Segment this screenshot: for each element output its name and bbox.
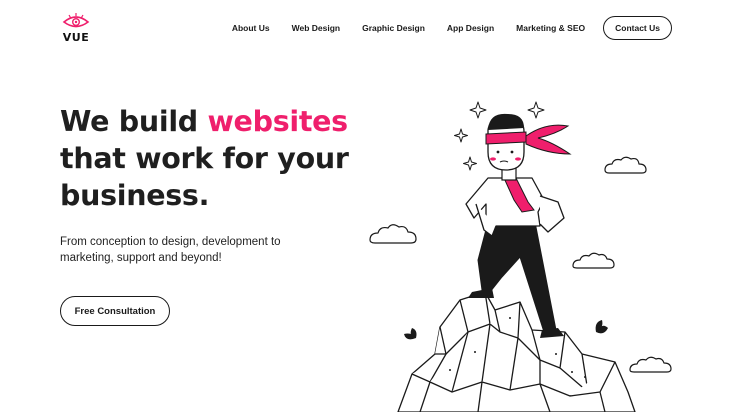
hero-title-prefix: We build <box>60 105 208 138</box>
free-consultation-button[interactable]: Free Consultation <box>60 296 170 326</box>
eye-logo-icon <box>62 13 90 28</box>
nav-web-design[interactable]: Web Design <box>292 23 341 33</box>
main-nav: About Us Web Design Graphic Design App D… <box>210 16 672 40</box>
nav-marketing-seo[interactable]: Marketing & SEO <box>516 23 585 33</box>
hero-title-line3: business. <box>60 179 210 212</box>
logo-text: VUE <box>62 31 90 44</box>
hero-title: We build websites that work for your bus… <box>60 103 349 214</box>
nav-about-us[interactable]: About Us <box>232 23 270 33</box>
hero-title-line2: that work for your <box>60 142 349 175</box>
nav-app-design[interactable]: App Design <box>447 23 494 33</box>
hero-subtitle: From conception to design, development t… <box>60 236 281 264</box>
contact-us-button[interactable]: Contact Us <box>603 16 672 40</box>
logo[interactable]: VUE <box>56 12 96 44</box>
nav-graphic-design[interactable]: Graphic Design <box>362 23 425 33</box>
man-on-mountain-illustration <box>369 101 672 412</box>
hero-title-accent: websites <box>207 105 349 138</box>
